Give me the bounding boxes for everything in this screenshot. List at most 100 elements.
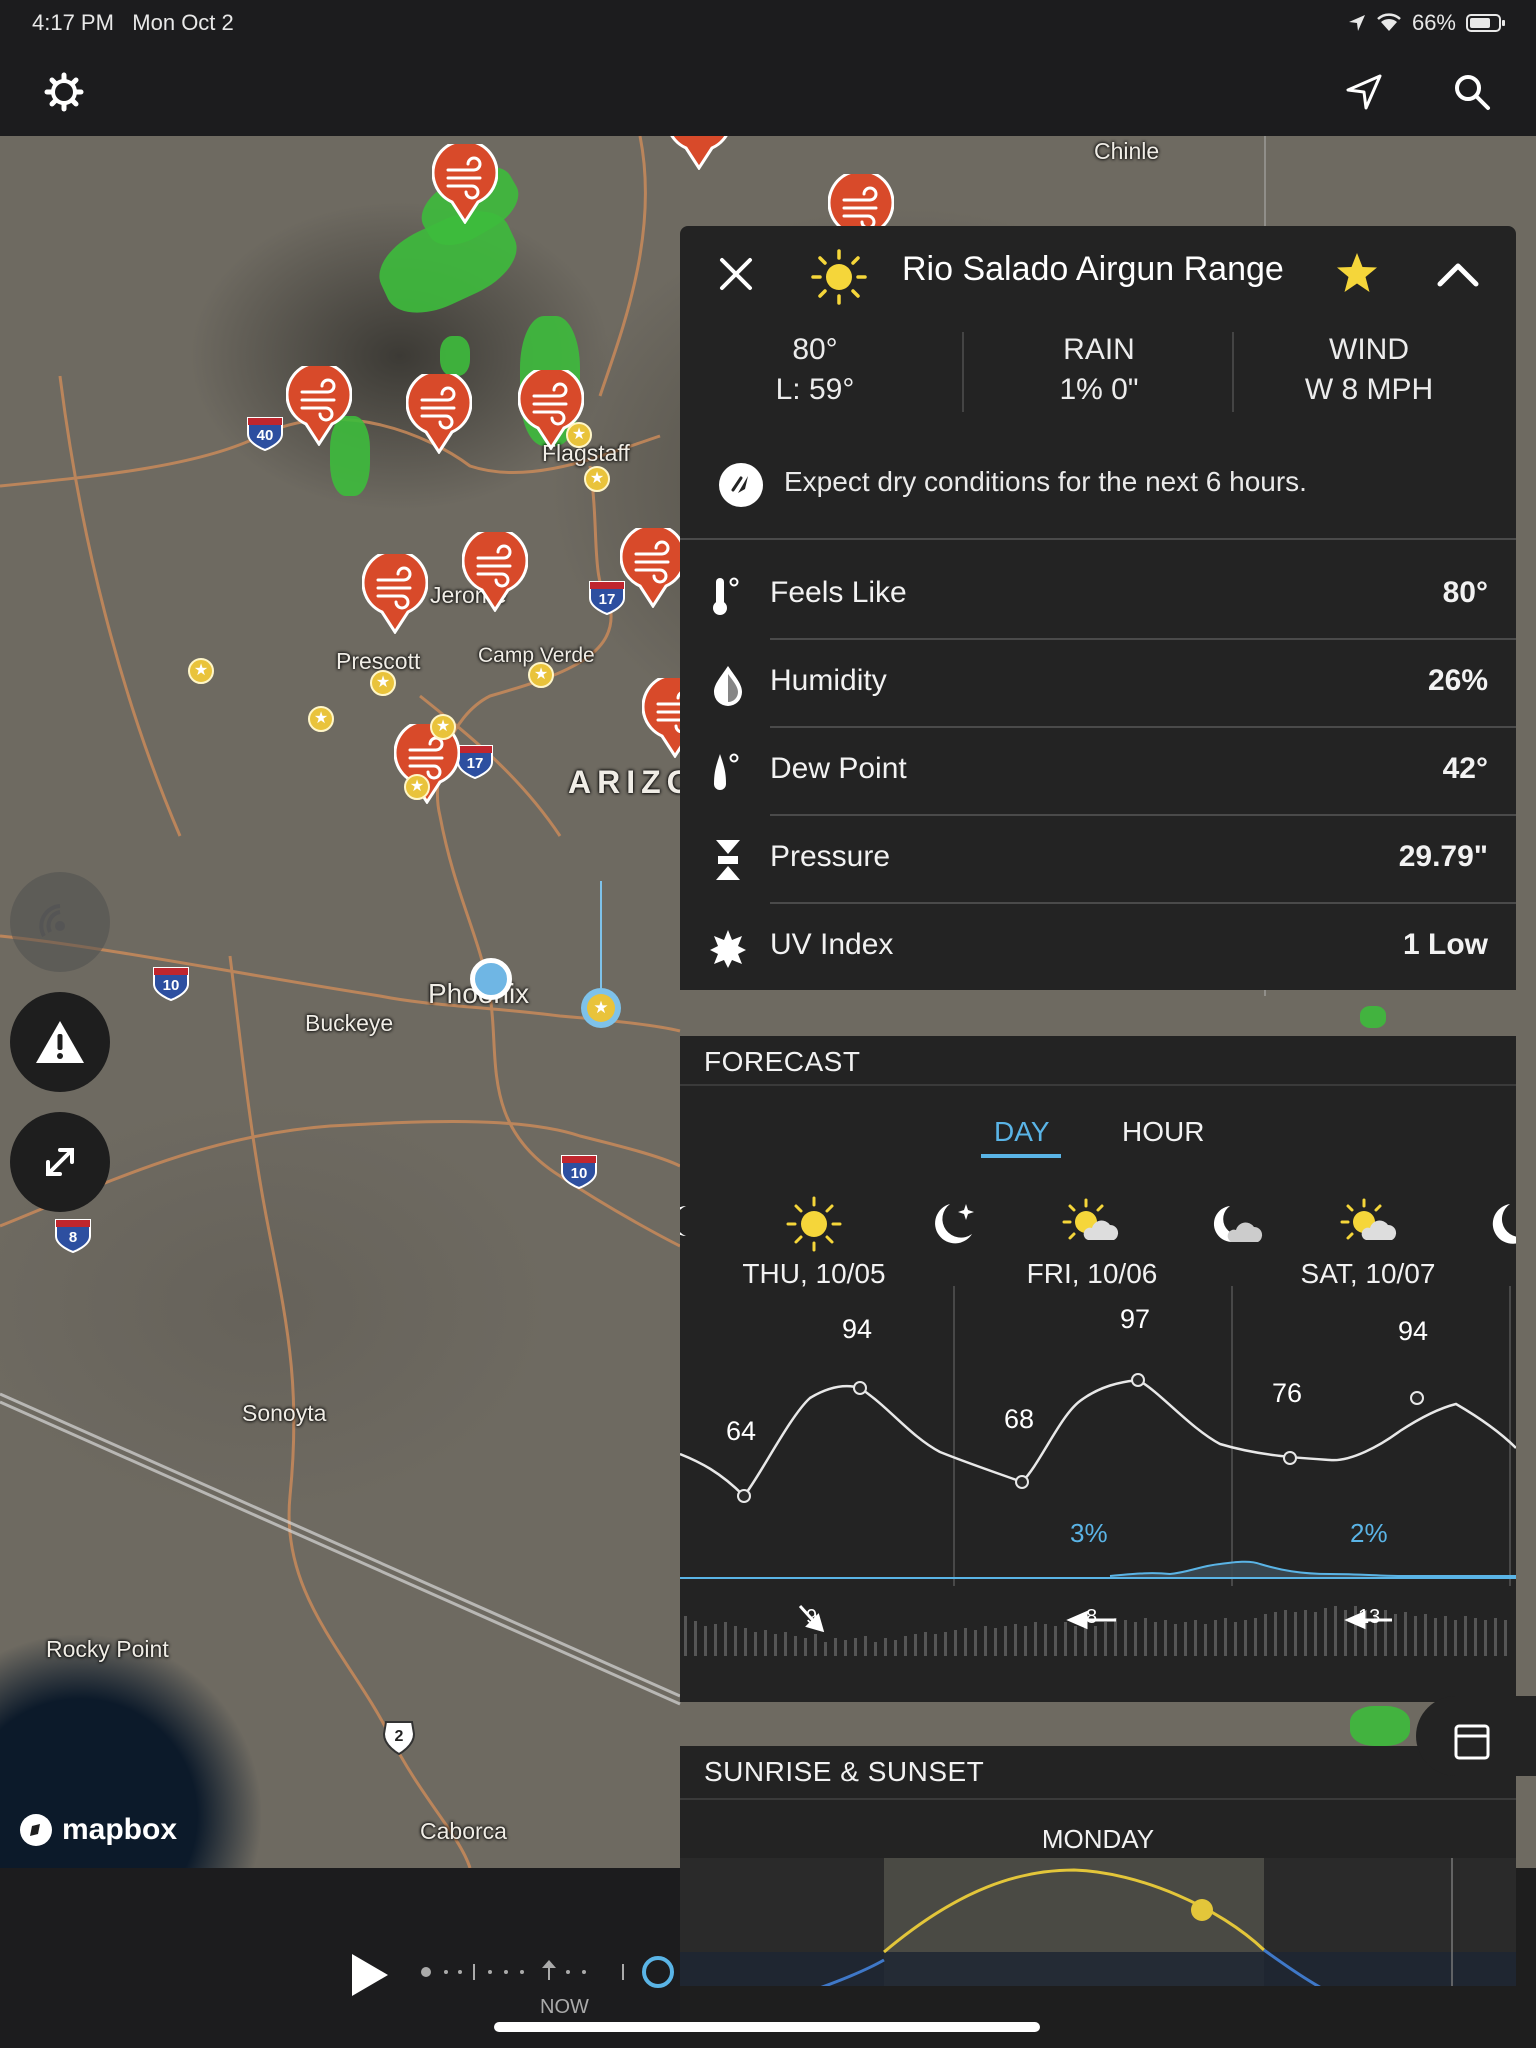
temp-label: 94	[1398, 1316, 1429, 1346]
current-sun-icon	[810, 248, 868, 306]
map-label-caborca: Caborca	[420, 1818, 507, 1844]
temp-label: 64	[726, 1416, 757, 1446]
wind-alert-pin[interactable]	[666, 136, 732, 171]
current-location-dot	[470, 958, 512, 1000]
highway-shield-10: 10	[152, 966, 190, 1002]
shield-number: 40	[256, 427, 274, 444]
dew-point-row: Dew Point 42°	[680, 728, 1516, 816]
favorite-location-star[interactable]: ★	[308, 706, 334, 732]
feels-like-row: Feels Like 80°	[680, 552, 1516, 640]
favorite-location-star[interactable]: ★	[404, 774, 430, 800]
day-label-sat: SAT, 10/07	[1300, 1258, 1436, 1289]
favorite-star-button[interactable]	[1334, 250, 1382, 298]
wind-alert-pin[interactable]	[405, 369, 473, 455]
clock-time: 4:17 PM	[32, 10, 114, 35]
temp-label: 76	[1272, 1378, 1303, 1408]
temp-label: 94	[842, 1314, 873, 1344]
timeline-now-label: NOW	[540, 1996, 589, 2018]
highway-shield-mx2: 2	[380, 1720, 418, 1756]
dry-conditions-icon	[718, 462, 764, 508]
settings-button[interactable]	[40, 68, 88, 116]
clock-date: Mon Oct 2	[132, 10, 234, 35]
temp-label: 68	[1004, 1404, 1035, 1434]
play-button[interactable]	[346, 1950, 396, 2006]
droplet-icon	[714, 666, 742, 706]
temp-label: 97	[1120, 1304, 1151, 1334]
collapse-button[interactable]	[1436, 254, 1484, 298]
precip-label: 2%	[1350, 1518, 1388, 1548]
close-icon	[720, 258, 752, 290]
pressure-icon	[716, 840, 740, 880]
close-button[interactable]	[716, 254, 760, 298]
radar-blob	[440, 336, 470, 376]
selected-location-star[interactable]: ★	[581, 988, 621, 1028]
radar-icon	[39, 904, 65, 938]
favorite-location-star[interactable]: ★	[584, 466, 610, 492]
warning-icon	[36, 1021, 84, 1063]
wind-speed-label: 8	[1086, 1606, 1098, 1628]
location-details-panel: Rio Salado Airgun Range 80° L: 59° RAIN …	[680, 226, 1516, 990]
humidity-row: Humidity 26%	[680, 640, 1516, 728]
shield-number: 10	[162, 977, 180, 994]
tab-day[interactable]: DAY	[994, 1116, 1050, 1148]
favorite-location-star[interactable]: ★	[528, 662, 554, 688]
map-label-sonoyta: Sonoyta	[242, 1400, 327, 1426]
tab-hour[interactable]: HOUR	[1122, 1116, 1204, 1148]
highway-shield-40: 40	[246, 416, 284, 452]
wind-speed-label: 13	[1358, 1606, 1381, 1628]
highway-shield-8: 8	[54, 1218, 92, 1254]
radar-toggle-button[interactable]	[10, 872, 110, 972]
moon-stars-icon	[935, 1204, 974, 1244]
partial-map-button[interactable]	[1416, 1696, 1536, 1776]
wind-alert-pin[interactable]	[285, 361, 353, 447]
wind-alert-pin[interactable]	[361, 549, 429, 635]
wind-label: WIND	[1329, 333, 1409, 366]
precip-line	[1109, 1560, 1516, 1577]
row-label: Pressure	[770, 840, 891, 873]
expand-map-button[interactable]	[10, 1112, 110, 1212]
rain-label: RAIN	[1063, 333, 1135, 366]
mapbox-attribution[interactable]: mapbox	[18, 1812, 177, 1848]
separator	[680, 1084, 1516, 1086]
wind-alert-pin[interactable]	[619, 523, 687, 609]
uv-index-row: UV Index 1 Low	[680, 904, 1516, 992]
map-label-chinle: Chinle	[1094, 138, 1160, 164]
alerts-button[interactable]	[10, 992, 110, 1092]
status-right: 66%	[1348, 10, 1506, 36]
home-indicator	[494, 2022, 1040, 2032]
battery-percent: 66%	[1411, 10, 1456, 35]
wifi-icon	[1377, 13, 1401, 31]
search-icon	[1455, 75, 1490, 110]
wind-value: W 8 MPH	[1304, 373, 1434, 406]
row-label: Feels Like	[770, 576, 907, 609]
favorite-location-star[interactable]: ★	[188, 658, 214, 684]
status-time: 4:17 PM Mon Oct 2	[32, 10, 234, 36]
gear-icon	[44, 72, 84, 112]
row-value: 42°	[1442, 752, 1488, 785]
sunrise-sunset-panel: SUNRISE & SUNSET MONDAY	[680, 1746, 1516, 1986]
day-label-fri: FRI, 10/06	[1026, 1258, 1158, 1289]
forecast-message: Expect dry conditions for the next 6 hou…	[784, 466, 1307, 497]
sun-icon	[786, 1196, 842, 1252]
search-button[interactable]	[1448, 68, 1496, 116]
low-temp: L: 59°	[775, 373, 855, 406]
panel-toggle-icon	[1454, 1724, 1490, 1760]
day-label-thu: THU, 10/05	[742, 1258, 886, 1289]
temp-block: 80° L: 59°	[680, 330, 950, 410]
locate-me-button[interactable]	[1340, 68, 1388, 116]
rain-block: RAIN 1% 0"	[964, 330, 1234, 410]
dew-point-icon	[714, 753, 739, 790]
shield-number: 2	[394, 1728, 404, 1745]
favorite-location-star[interactable]: ★	[566, 422, 592, 448]
wind-alert-pin[interactable]	[461, 527, 529, 613]
sun-position-marker	[1191, 1899, 1213, 1921]
temperature-line	[680, 1378, 1516, 1498]
wind-alert-pin[interactable]	[431, 139, 499, 225]
top-bar	[0, 46, 1536, 136]
favorite-location-star[interactable]: ★	[430, 714, 456, 740]
battery-icon	[1466, 14, 1505, 32]
highway-shield-17b: 17	[456, 744, 494, 780]
mapbox-logo-icon	[20, 1814, 52, 1846]
favorite-location-star[interactable]: ★	[370, 670, 396, 696]
play-icon	[352, 1954, 388, 1996]
